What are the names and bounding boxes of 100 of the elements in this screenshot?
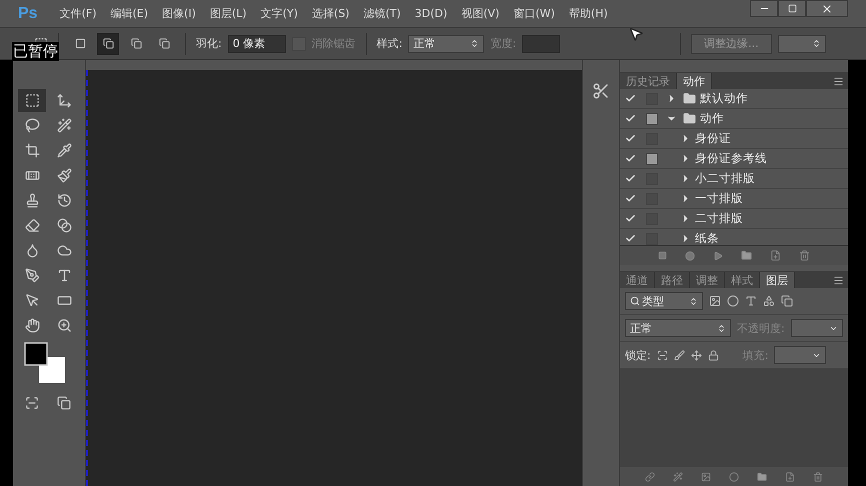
dropdown-arrow-icon[interactable] (717, 324, 726, 332)
action-row[interactable]: 一寸排版 (620, 189, 848, 209)
panel-tab[interactable]: 通道 (620, 272, 655, 288)
stop-icon[interactable] (658, 251, 667, 260)
hand-icon (24, 318, 40, 333)
style-select[interactable]: 正常 (408, 34, 484, 52)
width-field[interactable] (522, 34, 560, 52)
droplet-icon (24, 243, 40, 258)
wand-icon (56, 118, 72, 133)
mask-icon[interactable] (701, 472, 711, 482)
action-name: 一寸排版 (695, 191, 743, 206)
action-row[interactable]: 身份证参考线 (620, 149, 848, 169)
trash-icon[interactable] (813, 472, 823, 482)
adjustment-icon[interactable] (729, 472, 739, 482)
app-logo: Ps (18, 4, 38, 22)
menu-item[interactable]: 图层(L) (204, 6, 253, 21)
type-icon (56, 268, 72, 283)
action-row[interactable]: 二寸排版 (620, 209, 848, 229)
crop-icon (24, 143, 40, 158)
play-icon[interactable] (713, 250, 723, 260)
search-icon (630, 296, 640, 306)
new-layer-icon[interactable] (785, 472, 795, 482)
antialias-label: 消除锯齿 (312, 36, 356, 51)
new-set-icon[interactable] (741, 250, 752, 261)
smart-object-filter-icon[interactable] (781, 295, 793, 307)
new-selection-icon (74, 38, 86, 49)
action-row[interactable]: 默认动作 (620, 89, 848, 109)
adjustment-filter-icon[interactable] (727, 295, 739, 307)
dialog-toggle[interactable] (646, 152, 658, 164)
image-filter-icon[interactable] (709, 295, 721, 307)
paused-label: 已暂停 (12, 42, 59, 61)
panel-tab[interactable]: 路径 (655, 272, 690, 288)
panel-tab[interactable]: 动作 (677, 73, 712, 89)
menu-item[interactable]: 滤镜(T) (357, 6, 407, 21)
panel-tab[interactable]: 图层 (760, 272, 795, 288)
check-icon[interactable] (624, 113, 636, 124)
subtract-selection-icon (130, 38, 142, 49)
add-selection-icon (102, 38, 114, 49)
mouse-cursor-icon (628, 26, 644, 42)
folder-icon (683, 92, 696, 105)
trash-icon[interactable] (799, 250, 810, 261)
dropdown-arrow-icon[interactable] (689, 296, 698, 306)
selection-mode-button[interactable] (97, 32, 119, 54)
feather-label: 羽化: (196, 36, 222, 51)
action-name: 身份证 (695, 131, 731, 146)
close-button[interactable] (806, 0, 848, 17)
check-icon[interactable] (624, 153, 636, 164)
panel-menu-icon[interactable] (833, 76, 844, 87)
menu-item[interactable]: 文字(Y) (254, 6, 304, 21)
lasso-icon (24, 118, 40, 133)
panel-menu-icon[interactable] (833, 275, 844, 286)
layer-filter-select[interactable]: 类型 (625, 292, 703, 310)
pen-icon (24, 268, 40, 283)
color-swatches-drawing[interactable] (24, 342, 66, 384)
check-icon[interactable] (624, 213, 636, 224)
menu-item[interactable]: 窗口(W) (507, 6, 561, 21)
dropdown-arrow-icon[interactable] (470, 39, 480, 48)
marquee-icon (24, 93, 40, 108)
menu-item[interactable]: 图像(I) (156, 6, 202, 21)
panel-tab[interactable]: 调整 (690, 272, 725, 288)
check-icon[interactable] (624, 173, 636, 184)
action-name: 身份证参考线 (695, 151, 767, 166)
text-filter-icon[interactable] (745, 295, 757, 307)
action-row[interactable]: 身份证 (620, 129, 848, 149)
menu-item[interactable]: 3D(D) (408, 7, 454, 20)
record-icon[interactable] (685, 250, 695, 260)
menu-item[interactable]: 视图(V) (455, 6, 506, 21)
action-row[interactable]: 动作 (620, 109, 848, 129)
folder-icon (683, 112, 696, 125)
dialog-toggle[interactable] (646, 112, 658, 124)
panel-tab[interactable]: 历史记录 (620, 73, 677, 89)
opacity-field[interactable] (790, 319, 843, 337)
history-brush-icon (56, 193, 72, 208)
fill-field[interactable] (774, 346, 826, 364)
shape-filter-icon[interactable] (763, 295, 775, 307)
move-icon[interactable] (690, 350, 702, 360)
new-action-icon[interactable] (770, 250, 781, 261)
link-icon[interactable] (645, 472, 655, 482)
check-icon[interactable] (624, 233, 636, 244)
action-name: 默认动作 (700, 91, 748, 106)
maximize-button[interactable] (778, 0, 806, 17)
menu-item[interactable]: 选择(S) (306, 6, 356, 21)
check-icon[interactable] (624, 193, 636, 204)
lock-icon[interactable] (708, 350, 719, 360)
dialog-toggle[interactable] (646, 232, 658, 244)
menu-item[interactable]: 编辑(E) (104, 6, 154, 21)
action-row[interactable]: 小二寸排版 (620, 169, 848, 189)
tools-panel-icon[interactable] (592, 82, 610, 100)
dropdown-arrow-icon[interactable] (812, 39, 821, 48)
check-icon[interactable] (624, 93, 636, 104)
marquee-tool-button[interactable] (18, 89, 46, 112)
menu-item[interactable]: 帮助(H) (562, 6, 614, 21)
menu-item[interactable]: 文件(F) (54, 6, 102, 21)
check-icon[interactable] (624, 133, 636, 144)
action-name: 二寸排版 (695, 211, 743, 226)
panel-tab[interactable]: 样式 (725, 272, 760, 288)
brush-icon[interactable] (674, 350, 685, 360)
feather-field[interactable]: 0 像素 (228, 34, 286, 52)
blend-mode-select[interactable]: 正常 (625, 319, 731, 337)
group-icon[interactable] (757, 472, 767, 482)
